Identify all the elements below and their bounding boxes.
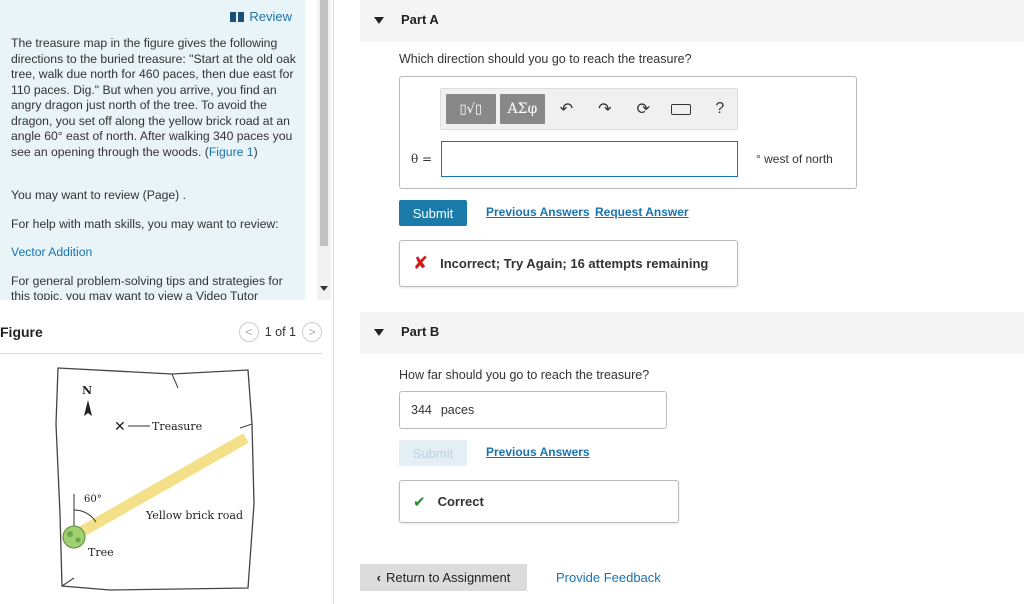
part-b-label: Part B <box>401 324 440 339</box>
angle-label: 60° <box>84 494 102 505</box>
templates-button[interactable]: ▯√▯ <box>446 94 496 124</box>
part-b-header[interactable]: Part B <box>360 312 1024 354</box>
problem-statement: Review The treasure map in the figure gi… <box>0 0 305 300</box>
part-b-question: How far should you go to reach the treas… <box>399 368 650 382</box>
figure-pager: < 1 of 1 > <box>238 322 322 342</box>
part-b-answer-field[interactable]: 344 paces <box>399 391 667 429</box>
math-help-text: For help with math skills, you may want … <box>11 217 279 231</box>
figure-title: Figure <box>0 324 43 340</box>
reset-icon[interactable]: ⟳ <box>626 94 660 124</box>
treasure-label: Treasure <box>152 420 202 433</box>
part-a-answer-box: ▯√▯ ΑΣφ ↶ ↷ ⟳ ? θ = ° west of north <box>399 76 857 189</box>
map-parchment <box>55 367 255 591</box>
review-page-text: You may want to review (Page) . <box>11 188 186 202</box>
problem-text-tail: ) <box>253 144 258 159</box>
return-to-assignment-button[interactable]: ‹ Return to Assignment <box>360 564 527 591</box>
north-label: N <box>82 384 92 397</box>
redo-icon[interactable]: ↷ <box>588 94 622 124</box>
prev-figure-button[interactable]: < <box>238 322 259 342</box>
part-a-submit-button[interactable]: Submit <box>399 200 467 226</box>
provide-feedback-link[interactable]: Provide Feedback <box>556 570 661 585</box>
return-label: Return to Assignment <box>386 570 511 585</box>
tree-label: Tree <box>88 546 114 559</box>
incorrect-x-icon: ✘ <box>413 253 429 273</box>
part-b-feedback-text: Correct <box>437 494 484 509</box>
part-a-feedback-text: Incorrect; Try Again; 16 attempts remain… <box>440 256 709 271</box>
part-a-label: Part A <box>401 12 439 27</box>
tree-detail <box>75 537 81 543</box>
part-b-answer-unit: paces <box>440 403 475 417</box>
tree-detail <box>67 531 73 537</box>
figure-link[interactable]: Figure 1 <box>209 145 254 159</box>
part-a-question: Which direction should you go to reach t… <box>399 52 692 66</box>
part-b-submit-button: Submit <box>399 440 467 466</box>
help-icon[interactable]: ? <box>703 94 737 124</box>
next-figure-button[interactable]: > <box>302 322 322 342</box>
figure-header: Figure < 1 of 1 > <box>0 322 322 354</box>
road-label: Yellow brick road <box>145 509 243 522</box>
part-b-feedback: ✔ Correct <box>399 480 679 523</box>
part-a-previous-answers-link[interactable]: Previous Answers <box>486 205 590 219</box>
theta-input[interactable] <box>441 141 738 177</box>
treasure-x-icon: ✕ <box>114 419 126 435</box>
greek-symbols-button[interactable]: ΑΣφ <box>499 94 546 124</box>
treasure-map: N ✕ Treasure 60° Yellow brick road Tree <box>55 367 255 591</box>
review-label: Review <box>249 9 292 24</box>
theta-unit: ° west of north <box>756 152 833 166</box>
scroll-down-arrow-icon[interactable] <box>320 286 328 291</box>
request-answer-link[interactable]: Request Answer <box>595 205 689 219</box>
problem-scrollbar[interactable] <box>317 0 331 300</box>
pager-text: 1 of 1 <box>264 325 296 339</box>
theta-label: θ = <box>411 152 433 166</box>
collapse-triangle-icon[interactable] <box>374 17 384 24</box>
left-panel: Review The treasure map in the figure gi… <box>0 0 334 604</box>
scroll-thumb[interactable] <box>320 0 328 246</box>
general-tips-text: For general problem-solving tips and str… <box>11 274 283 300</box>
math-toolbar: ▯√▯ ΑΣφ ↶ ↷ ⟳ ? <box>440 88 738 130</box>
part-a-feedback: ✘ Incorrect; Try Again; 16 attempts rema… <box>399 240 738 287</box>
correct-check-icon: ✔ <box>413 493 426 511</box>
collapse-triangle-icon[interactable] <box>374 329 384 336</box>
problem-text: The treasure map in the figure gives the… <box>11 36 296 160</box>
part-b-previous-answers-link[interactable]: Previous Answers <box>486 445 590 459</box>
book-icon <box>230 11 245 22</box>
review-link[interactable]: Review <box>230 9 292 24</box>
vector-addition-link[interactable]: Vector Addition <box>11 245 296 259</box>
keyboard-icon[interactable] <box>664 94 698 124</box>
chevron-left-icon: ‹ <box>376 570 382 585</box>
part-a-header[interactable]: Part A <box>360 0 1024 42</box>
tree-icon <box>62 525 86 549</box>
undo-icon[interactable]: ↶ <box>549 94 583 124</box>
problem-text-body: The treasure map in the figure gives the… <box>11 36 296 159</box>
part-b-answer-value: 344 <box>411 403 432 417</box>
